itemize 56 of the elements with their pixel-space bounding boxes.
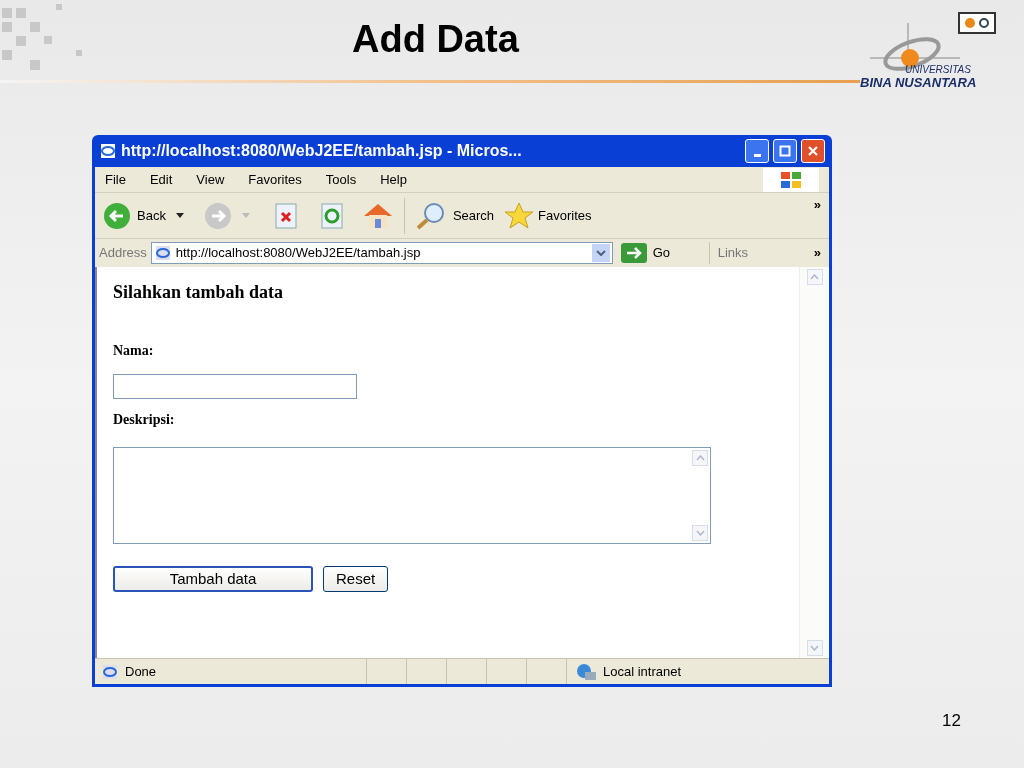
- stop-icon[interactable]: [273, 202, 298, 229]
- minimize-button[interactable]: [745, 139, 769, 163]
- logo-text: UNIVERSITAS: [905, 65, 971, 75]
- menu-item[interactable]: Edit: [149, 169, 173, 190]
- dropdown-button[interactable]: [591, 244, 610, 262]
- menu-item[interactable]: File: [105, 169, 126, 190]
- chevron-down-icon: [595, 250, 606, 256]
- field-label: Nama:: [113, 344, 154, 358]
- menu-item[interactable]: View: [196, 169, 225, 190]
- slide-title: Add Data: [352, 20, 519, 58]
- chevron-up-icon: [810, 274, 819, 280]
- toolbar-overflow[interactable]: »: [813, 195, 821, 215]
- search-button[interactable]: Search: [414, 201, 495, 230]
- refresh-icon[interactable]: [319, 202, 344, 229]
- menu-item[interactable]: Tools: [325, 169, 357, 190]
- maximize-button[interactable]: [773, 139, 797, 163]
- name-input[interactable]: [113, 374, 357, 399]
- browser-page-icon: [101, 663, 119, 680]
- star-icon: [504, 201, 535, 230]
- close-button[interactable]: [801, 139, 825, 163]
- scroll-down-button[interactable]: [806, 640, 823, 656]
- chevron-up-icon: [695, 455, 705, 461]
- logo-name: BINA NUSANTARA: [860, 76, 977, 89]
- minimize-icon: [753, 153, 761, 157]
- network-globe-icon: [575, 662, 597, 681]
- maximize-icon: [779, 145, 791, 157]
- browser-page-icon: [99, 143, 117, 159]
- scroll-up-button[interactable]: [806, 269, 823, 285]
- dropdown-icon[interactable]: [175, 213, 184, 218]
- description-textarea[interactable]: [113, 447, 711, 544]
- chevron-down-icon: [810, 645, 819, 651]
- links-overflow[interactable]: »: [813, 243, 825, 263]
- form-button[interactable]: Reset: [323, 566, 389, 592]
- window-title: http://localhost:8080/WebJ2EE/tambah.jsp - Micros...: [121, 141, 523, 161]
- address-label: Address: [99, 244, 147, 263]
- close-icon: [807, 145, 819, 157]
- status-text: Done: [125, 662, 157, 681]
- links-label[interactable]: Links: [717, 243, 749, 263]
- go-button[interactable]: Go: [620, 243, 705, 263]
- menu-item[interactable]: Help: [380, 169, 407, 190]
- scroll-down-button[interactable]: [692, 525, 708, 541]
- chevron-down-icon: [695, 530, 705, 536]
- search-icon: [414, 201, 447, 230]
- page-heading: Silahkan tambah data: [113, 281, 284, 304]
- scroll-up-button[interactable]: [692, 450, 708, 466]
- menu-item[interactable]: Favorites: [248, 169, 302, 190]
- windows-flag-icon: [780, 170, 802, 189]
- form-button[interactable]: Tambah data: [113, 566, 313, 592]
- page-number: 12: [942, 710, 961, 732]
- browser-page-icon: [153, 245, 172, 261]
- zone-text: Local intranet: [603, 662, 682, 681]
- field-label: Deskripsi:: [113, 413, 175, 427]
- back-button[interactable]: Back: [103, 201, 166, 230]
- badge-icon: [958, 12, 996, 34]
- favorites-button[interactable]: Favorites: [504, 201, 592, 230]
- address-field[interactable]: http://localhost:8080/WebJ2EE/tambah.jsp: [150, 242, 613, 264]
